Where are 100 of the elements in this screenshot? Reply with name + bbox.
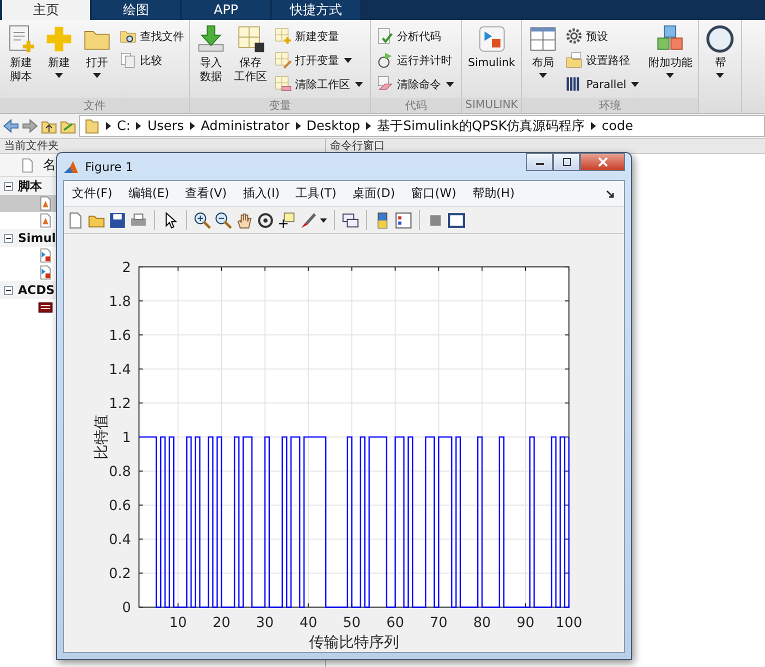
path-segment[interactable]: C: [117, 118, 130, 134]
toolstrip-tab[interactable]: APP [182, 0, 270, 20]
close-button[interactable] [580, 153, 625, 171]
y-tick-label: 1.2 [108, 396, 132, 412]
path-segment[interactable]: Administrator [200, 118, 290, 134]
ribbon-button[interactable]: 打开 [79, 22, 115, 98]
tree-group-label[interactable]: 脚本 [18, 178, 42, 194]
caret-icon[interactable] [320, 218, 327, 222]
ribbon-button[interactable]: 打开变量 [272, 49, 367, 71]
caret-icon [355, 82, 363, 86]
ribbon-button[interactable]: Simulink [465, 22, 518, 98]
forward-icon[interactable] [22, 118, 38, 134]
toolstrip-tab[interactable]: 主页 [2, 0, 90, 20]
data-cursor-icon[interactable] [278, 212, 295, 228]
maximize-button[interactable] [553, 153, 580, 171]
path-segment[interactable]: Users [147, 118, 184, 134]
collapse-icon[interactable] [4, 182, 13, 190]
menu-item[interactable]: 编辑(E) [128, 185, 170, 202]
help-icon [705, 24, 736, 54]
ribbon-button[interactable]: Parallel [563, 73, 644, 95]
menu-item[interactable]: 帮助(H) [472, 185, 515, 202]
panel-title: 命令行窗口 [330, 139, 385, 152]
stopwatch-icon [376, 51, 394, 69]
ribbon-button[interactable]: 新建 脚本 [3, 22, 39, 98]
plus-icon [44, 24, 74, 54]
menu-item[interactable]: 窗口(W) [411, 185, 456, 202]
menu-item[interactable]: 插入(I) [242, 185, 280, 202]
caret-icon [631, 82, 640, 86]
group-title: 文件 [0, 98, 189, 113]
collapse-icon[interactable] [4, 234, 13, 242]
x-tick-label: 50 [342, 615, 361, 632]
group-title: SIMULINK [462, 98, 522, 113]
ribbon-button[interactable]: 比较 [117, 49, 186, 71]
ribbon-button[interactable]: 设置路径 [563, 49, 644, 71]
x-axis-label: 传输比特序列 [308, 633, 399, 652]
tree-group-label[interactable]: Simul [18, 231, 56, 245]
documents-icon [119, 51, 137, 69]
window-title: Figure 1 [85, 160, 134, 174]
zoom-out-icon[interactable] [215, 212, 232, 228]
x-tick-label: 40 [300, 615, 318, 632]
ribbon-button[interactable]: 新建变量 [272, 25, 367, 47]
chevron-icon [106, 122, 111, 130]
maximize-icon [562, 157, 572, 167]
ribbon-button[interactable]: 清除命令 [374, 73, 458, 95]
settings-icon [565, 27, 584, 45]
save-icon[interactable] [109, 212, 126, 228]
chevron-icon [590, 122, 596, 130]
menu-item[interactable]: 桌面(D) [352, 185, 396, 202]
grid-pencil-icon [274, 51, 292, 69]
group-title: 变量 [190, 98, 370, 113]
ribbon-button[interactable]: 布局 [525, 22, 562, 98]
window-icon[interactable] [448, 212, 465, 228]
back-icon[interactable] [3, 118, 19, 134]
ribbon-button[interactable]: 新建 [41, 22, 77, 98]
path-segment[interactable]: Desktop [306, 118, 360, 134]
chevron-icon [190, 122, 195, 130]
brush-icon[interactable] [299, 212, 316, 228]
link-icon[interactable] [342, 212, 359, 228]
ribbon-button[interactable]: 帮 [702, 22, 738, 98]
caret-icon [666, 73, 674, 78]
y-tick-label: 1.8 [108, 294, 132, 310]
x-tick-label: 20 [212, 615, 230, 632]
chevron-icon [366, 122, 372, 130]
print-icon[interactable] [130, 212, 147, 228]
ribbon-button[interactable]: 附加功能 [645, 22, 696, 98]
rotate-icon[interactable] [257, 212, 274, 228]
path-segment[interactable]: code [602, 118, 634, 134]
menu-item[interactable]: 工具(T) [296, 185, 336, 202]
menu-item[interactable]: 文件(F) [72, 185, 112, 202]
ribbon-button[interactable]: 运行并计时 [374, 49, 458, 71]
tree-group-label[interactable]: ACDS [18, 283, 55, 297]
path-segment[interactable]: 基于Simulink的QPSK仿真源码程序 [377, 117, 585, 135]
image-file-icon [38, 300, 53, 315]
column-header[interactable]: 名 [43, 156, 56, 174]
y-tick-label: 1 [122, 430, 132, 446]
caret-icon [55, 73, 63, 78]
minimize-button[interactable] [526, 153, 553, 171]
ribbon-button[interactable]: 保存 工作区 [231, 22, 270, 98]
toolstrip-tab[interactable]: 绘图 [92, 0, 180, 20]
down-arrow-icon [196, 24, 226, 54]
toolstrip-tab[interactable]: 快捷方式 [272, 0, 360, 20]
x-tick-label: 80 [473, 615, 491, 632]
ribbon-button[interactable]: 导入 数据 [193, 22, 229, 98]
menu-item[interactable]: 查看(V) [185, 185, 227, 202]
y-tick-label: 1.4 [108, 362, 132, 378]
y-tick-label: 2 [122, 260, 132, 276]
ribbon-button[interactable]: 清除工作区 [272, 73, 367, 95]
x-tick-label: 60 [386, 615, 404, 632]
group-title: 代码 [371, 98, 461, 113]
address-field[interactable]: C: Users Administrator Desktop 基于Simulink的QPSK仿真源码程序 code [79, 115, 765, 137]
ribbon-button[interactable]: 预设 [563, 25, 644, 47]
collapse-icon[interactable] [4, 286, 13, 294]
ribbon-button[interactable]: 分析代码 [374, 25, 458, 47]
hand-icon[interactable] [236, 212, 253, 228]
chevron-icon [296, 122, 300, 130]
ribbon-button[interactable]: 查找文件 [117, 25, 186, 47]
dock-arrow-icon[interactable] [606, 190, 614, 198]
close-icon [598, 157, 608, 167]
zoom-in-icon[interactable] [194, 212, 211, 228]
legend-icon[interactable] [395, 212, 412, 228]
